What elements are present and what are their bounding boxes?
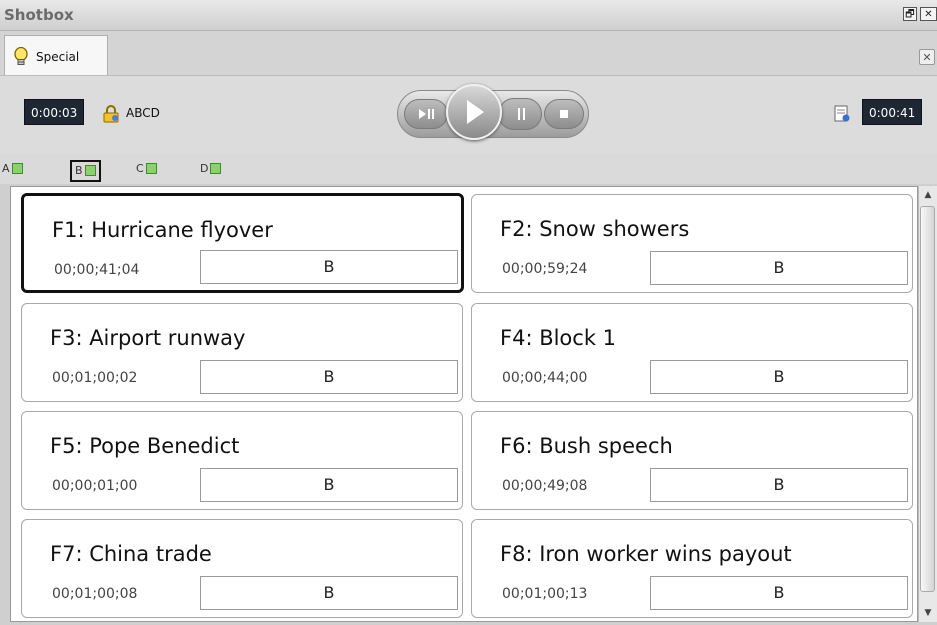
layer-label: C — [136, 162, 144, 175]
vertical-scrollbar[interactable]: ▲ ▼ — [918, 186, 937, 622]
window-titlebar: Shotbox 🗗 ✕ — [0, 0, 937, 31]
restore-window-button[interactable]: 🗗 — [903, 7, 917, 21]
shot-name: F5: Pope Benedict — [50, 434, 240, 458]
shot-card[interactable]: F3: Airport runway 00;01;00;02 B — [21, 303, 463, 402]
shot-card[interactable]: F8: Iron worker wins payout 00;01;00;13 … — [471, 519, 913, 618]
layer-enabled-icon — [145, 163, 157, 174]
shot-timecode: 00;00;01;00 — [52, 478, 138, 494]
shot-timecode: 00;00;49;08 — [502, 478, 588, 494]
shot-layer-field[interactable]: B — [200, 468, 458, 502]
play-pause-button[interactable] — [404, 99, 448, 129]
shot-card[interactable]: F1: Hurricane flyover 00;00;41;04 B — [21, 193, 464, 293]
layer-enabled-icon — [11, 163, 23, 174]
shot-timecode: 00;00;44;00 — [502, 370, 588, 386]
layer-toggle-c[interactable]: C — [136, 160, 157, 178]
shot-card[interactable]: F4: Block 1 00;00;44;00 B — [471, 303, 913, 402]
play-icon — [467, 100, 484, 124]
lightbulb-icon — [14, 47, 28, 65]
shot-layer-field[interactable]: B — [200, 360, 458, 394]
shot-grid: F1: Hurricane flyover 00;00;41;04 B F2: … — [10, 186, 918, 622]
layer-selector: A B C D — [0, 154, 937, 184]
shot-layer-field[interactable]: B — [650, 576, 908, 610]
shot-layer-field[interactable]: B — [200, 576, 458, 610]
shot-layer-field[interactable]: B — [200, 250, 458, 284]
layer-toggle-b[interactable]: B — [70, 160, 101, 182]
close-tab-button[interactable]: ✕ — [919, 49, 935, 65]
play-pause-icon — [419, 109, 434, 119]
elapsed-time-display: 0:00:03 — [24, 99, 85, 125]
scroll-down-icon[interactable]: ▼ — [921, 606, 935, 620]
shot-card[interactable]: F7: China trade 00;01;00;08 B — [21, 519, 463, 618]
transport-toolbar: 0:00:03 ABCD 0:00:41 — [0, 76, 937, 154]
lock-name: ABCD — [126, 106, 160, 120]
total-time-display: 0:00:41 — [862, 99, 923, 125]
window-title: Shotbox — [4, 6, 74, 24]
shot-name: F8: Iron worker wins payout — [500, 542, 792, 566]
tab-special[interactable]: Special — [4, 35, 108, 75]
lock-icon[interactable] — [102, 105, 120, 123]
layer-label: D — [200, 162, 209, 175]
shot-layer-field[interactable]: B — [650, 251, 908, 285]
tab-strip: Special ✕ — [0, 31, 937, 76]
layer-toggle-d[interactable]: D — [200, 160, 222, 178]
stop-button[interactable] — [544, 99, 584, 129]
layer-toggle-a[interactable]: A — [2, 160, 23, 178]
shot-name: F6: Bush speech — [500, 434, 673, 458]
pause-button[interactable] — [498, 98, 542, 130]
layer-enabled-icon — [210, 163, 222, 174]
shot-layer-field[interactable]: B — [650, 468, 908, 502]
layer-enabled-icon — [84, 165, 96, 176]
shot-name: F2: Snow showers — [500, 217, 690, 241]
shot-name: F7: China trade — [50, 542, 212, 566]
scroll-up-icon[interactable]: ▲ — [921, 188, 935, 202]
close-window-button[interactable]: ✕ — [920, 7, 937, 21]
scroll-thumb[interactable] — [920, 206, 935, 592]
shot-timecode: 00;01;00;13 — [502, 586, 588, 602]
shot-timecode: 00;01;00;08 — [52, 586, 138, 602]
shot-name: F3: Airport runway — [50, 326, 246, 350]
shot-name: F4: Block 1 — [500, 326, 617, 350]
shot-name: F1: Hurricane flyover — [52, 218, 273, 242]
shot-timecode: 00;00;59;24 — [502, 261, 588, 277]
play-button[interactable] — [446, 84, 502, 140]
report-icon[interactable] — [834, 105, 850, 123]
shot-timecode: 00;00;41;04 — [54, 262, 140, 278]
shot-card[interactable]: F6: Bush speech 00;00;49;08 B — [471, 411, 913, 510]
shot-layer-field[interactable]: B — [650, 360, 908, 394]
stop-icon — [560, 110, 568, 118]
shot-timecode: 00;01;00;02 — [52, 370, 138, 386]
pause-icon — [518, 108, 525, 120]
shot-card[interactable]: F5: Pope Benedict 00;00;01;00 B — [21, 411, 463, 510]
tab-label: Special — [36, 50, 80, 64]
layer-label: A — [2, 162, 10, 175]
layer-label: B — [75, 164, 83, 177]
shot-card[interactable]: F2: Snow showers 00;00;59;24 B — [471, 194, 913, 293]
